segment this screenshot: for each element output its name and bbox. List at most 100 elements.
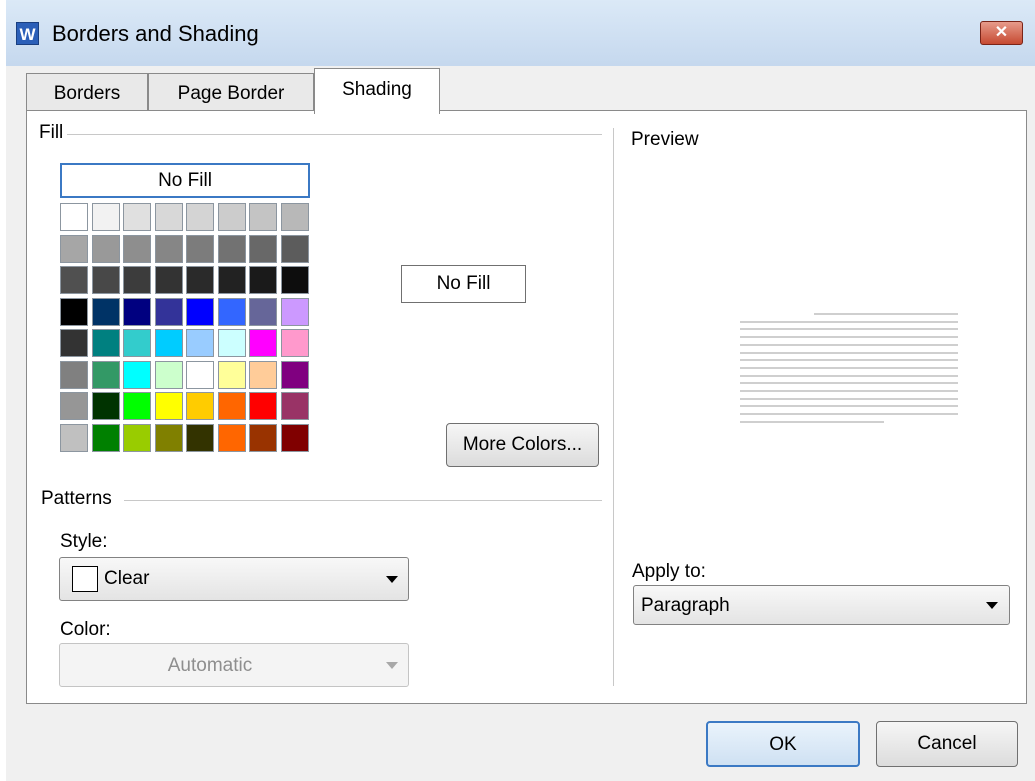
close-icon: ✕	[994, 24, 1009, 41]
color-swatch[interactable]	[123, 392, 151, 420]
preview-text-line	[740, 405, 958, 407]
color-swatch[interactable]	[186, 235, 214, 263]
color-swatch[interactable]	[281, 298, 309, 326]
color-swatch[interactable]	[281, 235, 309, 263]
color-swatch[interactable]	[218, 203, 246, 231]
preview-text-line	[740, 352, 958, 354]
color-swatch[interactable]	[186, 361, 214, 389]
color-swatch[interactable]	[92, 266, 120, 294]
color-swatch[interactable]	[123, 235, 151, 263]
color-swatch[interactable]	[123, 329, 151, 357]
ok-button[interactable]: OK	[706, 721, 860, 767]
color-swatch[interactable]	[281, 266, 309, 294]
color-swatch[interactable]	[281, 424, 309, 452]
color-swatch[interactable]	[92, 329, 120, 357]
color-swatch[interactable]	[60, 361, 88, 389]
color-swatch[interactable]	[218, 235, 246, 263]
apply-to-label: Apply to:	[632, 561, 710, 583]
color-swatch[interactable]	[218, 392, 246, 420]
chevron-down-icon	[986, 602, 998, 609]
color-swatch[interactable]	[249, 424, 277, 452]
color-swatch[interactable]	[155, 392, 183, 420]
preview-text-line	[740, 421, 884, 423]
no-fill-button[interactable]: No Fill	[60, 163, 310, 198]
color-swatch[interactable]	[60, 424, 88, 452]
preview-label: Preview	[631, 129, 703, 151]
color-swatch[interactable]	[92, 203, 120, 231]
color-swatch[interactable]	[92, 298, 120, 326]
preview-text-line	[740, 367, 958, 369]
color-swatch[interactable]	[249, 203, 277, 231]
color-swatch[interactable]	[60, 235, 88, 263]
preview-text-line	[740, 390, 958, 392]
color-label: Color:	[60, 619, 115, 641]
color-swatch[interactable]	[123, 424, 151, 452]
color-swatch[interactable]	[249, 392, 277, 420]
cancel-button[interactable]: Cancel	[876, 721, 1018, 767]
color-swatch[interactable]	[281, 361, 309, 389]
chevron-down-icon	[386, 662, 398, 669]
style-value: Clear	[104, 568, 150, 589]
color-swatch[interactable]	[249, 235, 277, 263]
close-button[interactable]: ✕	[980, 21, 1023, 45]
color-swatch[interactable]	[60, 298, 88, 326]
color-swatch[interactable]	[92, 361, 120, 389]
color-swatch[interactable]	[218, 361, 246, 389]
color-swatch[interactable]	[249, 361, 277, 389]
preview-text-line	[740, 321, 958, 323]
color-swatch[interactable]	[155, 361, 183, 389]
color-swatch[interactable]	[155, 266, 183, 294]
color-dropdown[interactable]: Automatic	[59, 643, 409, 687]
title-bar[interactable]: W Borders and Shading ✕	[6, 0, 1035, 66]
color-swatch[interactable]	[92, 424, 120, 452]
color-swatch[interactable]	[249, 298, 277, 326]
color-swatch[interactable]	[186, 424, 214, 452]
color-swatch[interactable]	[60, 329, 88, 357]
more-colors-button[interactable]: More Colors...	[446, 423, 599, 467]
preview-text-line	[740, 398, 958, 400]
current-fill-swatch: No Fill	[401, 265, 526, 303]
color-swatch[interactable]	[155, 329, 183, 357]
color-swatch[interactable]	[186, 266, 214, 294]
color-swatch[interactable]	[155, 203, 183, 231]
preview-text-line	[740, 328, 958, 330]
color-swatch[interactable]	[186, 392, 214, 420]
color-swatch[interactable]	[186, 329, 214, 357]
clear-pattern-swatch	[72, 566, 98, 592]
color-swatch[interactable]	[92, 235, 120, 263]
style-dropdown[interactable]: Clear	[59, 557, 409, 601]
color-swatch[interactable]	[249, 266, 277, 294]
color-swatch[interactable]	[92, 392, 120, 420]
preview-text-line	[740, 375, 958, 377]
color-swatch[interactable]	[60, 203, 88, 231]
preview-text-line	[740, 382, 958, 384]
color-swatch[interactable]	[281, 329, 309, 357]
color-value: Automatic	[167, 655, 253, 676]
preview-text-line	[740, 336, 958, 338]
color-swatch[interactable]	[186, 203, 214, 231]
color-swatch[interactable]	[155, 424, 183, 452]
borders-shading-dialog: W Borders and Shading ✕ Borders Page Bor…	[6, 0, 1035, 781]
color-swatch[interactable]	[249, 329, 277, 357]
color-swatch[interactable]	[123, 266, 151, 294]
color-swatch[interactable]	[123, 203, 151, 231]
color-swatch[interactable]	[60, 266, 88, 294]
color-swatch[interactable]	[281, 392, 309, 420]
color-swatch[interactable]	[155, 298, 183, 326]
section-divider	[613, 128, 614, 686]
color-swatch[interactable]	[218, 298, 246, 326]
color-swatch[interactable]	[218, 329, 246, 357]
tab-shading[interactable]: Shading	[314, 68, 440, 114]
tab-page-border[interactable]: Page Border	[148, 73, 314, 111]
color-swatch[interactable]	[281, 203, 309, 231]
apply-to-dropdown[interactable]: Paragraph	[633, 585, 1010, 625]
color-swatch[interactable]	[186, 298, 214, 326]
color-swatch[interactable]	[218, 266, 246, 294]
color-swatch[interactable]	[60, 392, 88, 420]
chevron-down-icon	[386, 576, 398, 583]
color-swatch[interactable]	[155, 235, 183, 263]
color-swatch[interactable]	[218, 424, 246, 452]
color-swatch[interactable]	[123, 298, 151, 326]
tab-borders[interactable]: Borders	[26, 73, 148, 111]
color-swatch[interactable]	[123, 361, 151, 389]
